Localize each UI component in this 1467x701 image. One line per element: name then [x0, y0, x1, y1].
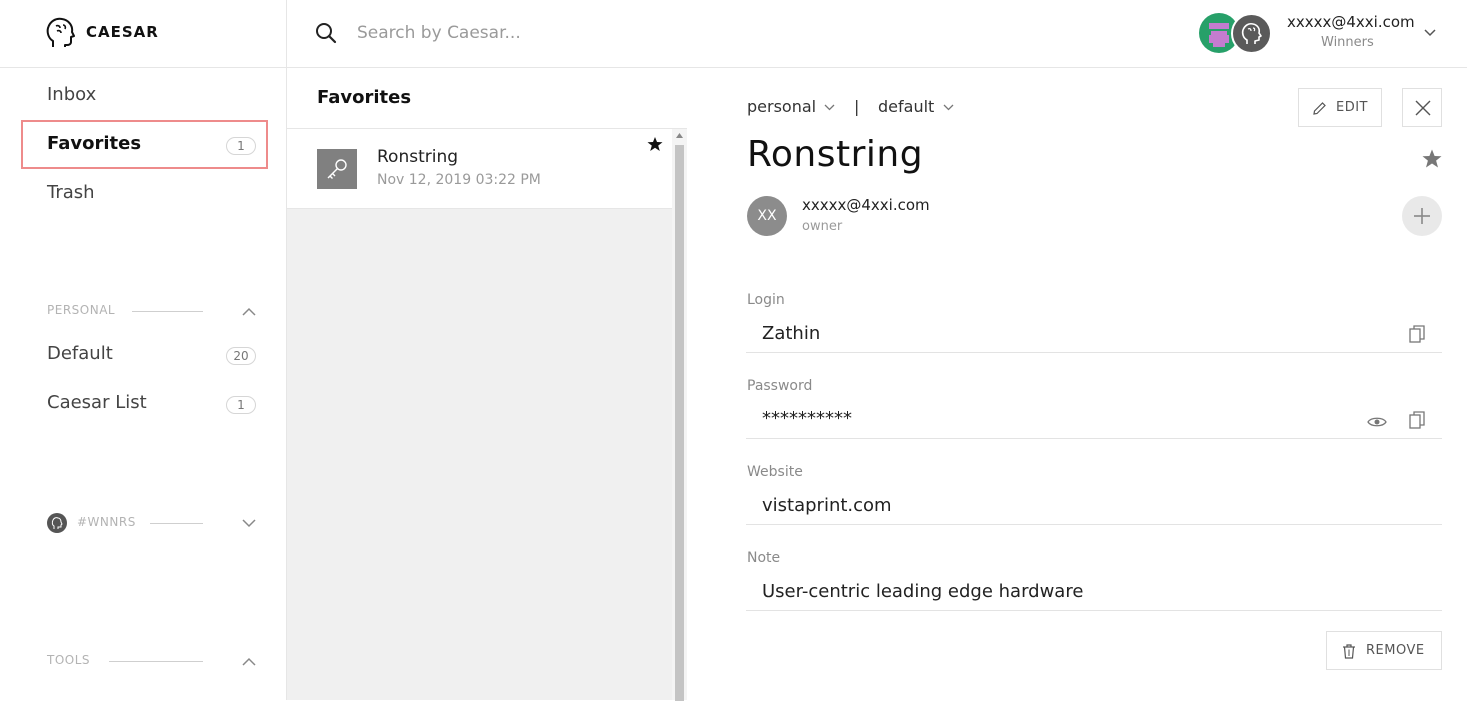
breadcrumb-folder[interactable]: default [878, 97, 934, 116]
owner-avatar: XX [747, 196, 787, 236]
item-type-tile [317, 149, 357, 189]
chevron-down-icon[interactable] [943, 102, 954, 113]
item-date: Nov 12, 2019 03:22 PM [377, 172, 541, 188]
team-mini-avatar [47, 513, 67, 533]
owner-role: owner [802, 219, 843, 234]
remove-button[interactable]: REMOVE [1326, 631, 1442, 670]
head-profile-icon [51, 517, 63, 529]
item-detail-pane: personal | default EDIT Ronstring XX xxx… [687, 68, 1467, 700]
sidebar-item-favorites[interactable]: Favorites [47, 133, 141, 154]
section-divider [132, 311, 203, 312]
close-icon [1415, 100, 1431, 116]
note-label: Note [747, 550, 781, 566]
favorites-list-pane: Favorites Ronstring Nov 12, 2019 03:22 P… [287, 68, 687, 701]
trash-icon [1343, 644, 1355, 659]
chevron-down-icon[interactable] [1423, 26, 1437, 40]
copy-icon[interactable] [1407, 324, 1427, 344]
scrollbar[interactable] [672, 129, 687, 701]
breadcrumb-list[interactable]: personal [747, 97, 816, 116]
note-value[interactable]: User-centric leading edge hardware [762, 581, 1083, 602]
password-label: Password [747, 378, 813, 394]
key-icon [327, 159, 347, 179]
sidebar-item-trash[interactable]: Trash [47, 182, 95, 203]
head-profile-icon [1241, 22, 1262, 44]
favorites-count-badge: 1 [226, 137, 256, 155]
field-divider [746, 610, 1442, 611]
account-team: Winners [1321, 35, 1374, 50]
sidebar-item-caesar-list[interactable]: Caesar List [47, 392, 147, 413]
chevron-up-icon[interactable] [241, 304, 257, 320]
top-bar: CAESAR xxxxx@4xxi.com Winners [0, 0, 1467, 68]
item-name: Ronstring [377, 147, 459, 167]
copy-icon[interactable] [1407, 410, 1427, 430]
search-input[interactable] [357, 16, 957, 50]
list-header: Favorites [287, 68, 687, 129]
field-divider [746, 524, 1442, 525]
section-tools-label: TOOLS [47, 653, 91, 667]
item-title: Ronstring [747, 134, 924, 175]
login-label: Login [747, 292, 785, 308]
login-value[interactable]: Zathin [762, 323, 820, 344]
list-title: Favorites [317, 87, 412, 108]
breadcrumb-separator: | [854, 97, 860, 116]
scrollbar-thumb[interactable] [675, 145, 684, 701]
sidebar-item-default[interactable]: Default [47, 343, 113, 364]
list-item[interactable]: Ronstring Nov 12, 2019 03:22 PM [287, 129, 672, 209]
owner-email: xxxxx@4xxi.com [802, 196, 930, 214]
scroll-up-arrow-icon[interactable] [676, 132, 683, 139]
field-divider [746, 438, 1442, 439]
section-divider [109, 661, 203, 662]
section-team-label: #WNNRS [77, 515, 136, 529]
star-icon[interactable] [647, 136, 663, 152]
section-divider [150, 523, 203, 524]
website-label: Website [747, 464, 803, 480]
add-member-button[interactable] [1402, 196, 1442, 236]
edit-label: EDIT [1336, 100, 1368, 115]
default-count-badge: 20 [226, 347, 256, 365]
star-icon[interactable] [1421, 148, 1443, 170]
user-avatar[interactable] [1231, 13, 1272, 54]
brand: CAESAR [0, 0, 287, 67]
plus-icon [1414, 208, 1430, 224]
website-value[interactable]: vistaprint.com [762, 495, 892, 516]
password-value[interactable]: ********** [762, 408, 852, 429]
brand-name: CAESAR [86, 23, 159, 41]
chevron-down-icon[interactable] [824, 102, 835, 113]
search-icon[interactable] [315, 22, 337, 44]
head-profile-icon [46, 17, 75, 47]
chevron-down-icon[interactable] [241, 515, 257, 531]
pencil-icon [1313, 102, 1326, 115]
chevron-up-icon[interactable] [241, 654, 257, 670]
caesar-list-count-badge: 1 [226, 396, 256, 414]
account-email[interactable]: xxxxx@4xxi.com [1287, 13, 1415, 31]
sidebar-item-inbox[interactable]: Inbox [47, 84, 96, 105]
sidebar: Inbox Favorites 1 Trash PERSONAL Default… [0, 68, 287, 700]
edit-button[interactable]: EDIT [1298, 88, 1382, 127]
field-divider [746, 352, 1442, 353]
section-personal-label: PERSONAL [47, 303, 116, 317]
eye-icon[interactable] [1367, 412, 1387, 432]
remove-label: REMOVE [1366, 643, 1425, 658]
close-button[interactable] [1402, 88, 1442, 127]
